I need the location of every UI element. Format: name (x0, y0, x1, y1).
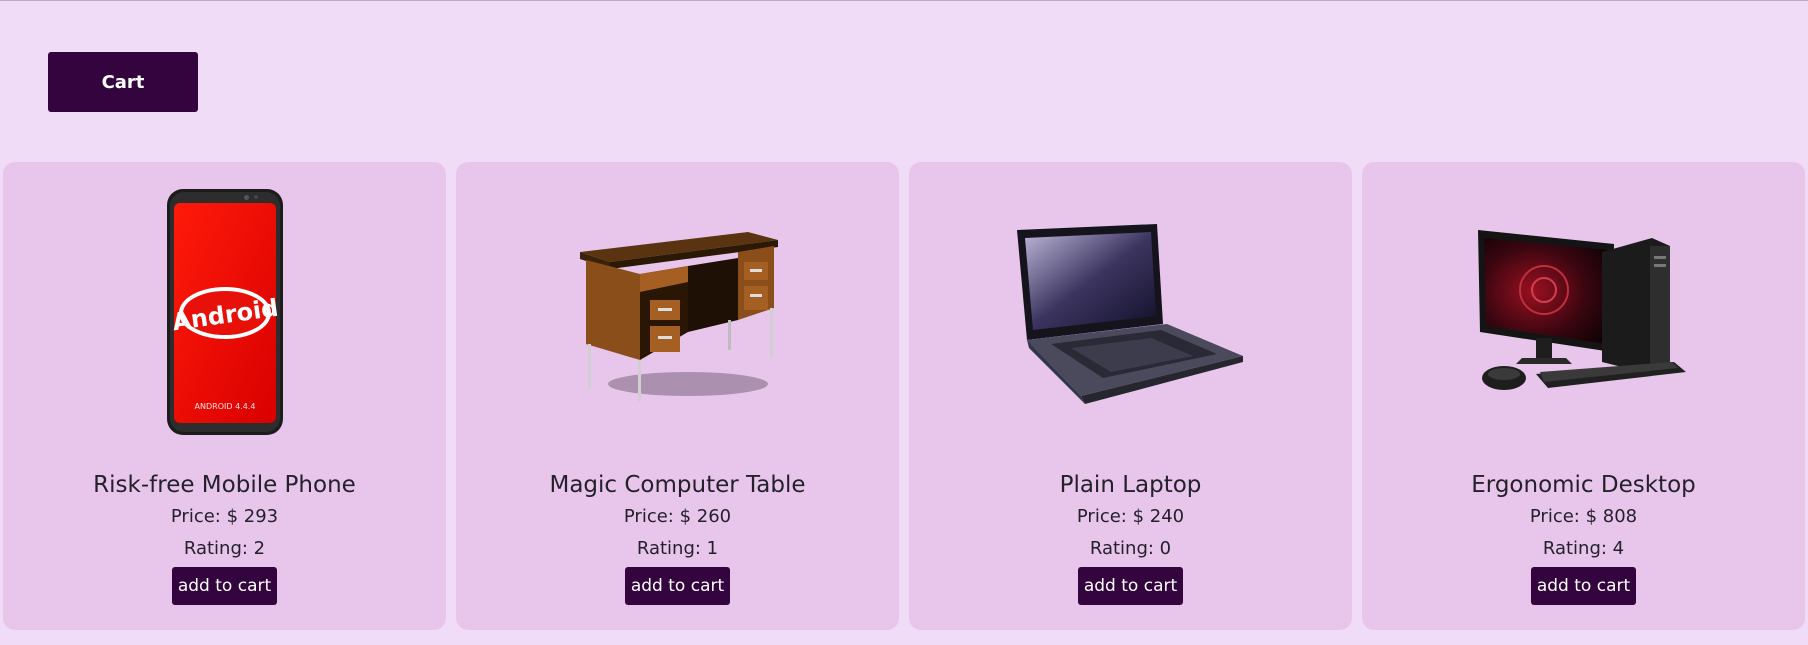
computer-desk-icon (579, 232, 778, 402)
product-name: Magic Computer Table (549, 472, 806, 498)
header: Cart (48, 52, 198, 112)
product-image: Android ANDROID 4.4.4 (3, 162, 446, 462)
product-image (909, 162, 1352, 462)
product-card: Magic Computer Table Price: $ 260 Rating… (456, 162, 899, 630)
product-image (1362, 162, 1805, 462)
phone-screen-caption: ANDROID 4.4.4 (194, 402, 255, 411)
product-image (456, 162, 899, 462)
product-card: Android ANDROID 4.4.4 Risk-free Mobile P… (3, 162, 446, 630)
top-border (0, 0, 1808, 1)
product-price: Price: $ 260 (623, 506, 732, 527)
desktop-computer-icon (1477, 230, 1686, 390)
product-rating: Rating: 1 (636, 538, 719, 559)
cart-button[interactable]: Cart (48, 52, 198, 112)
product-name: Ergonomic Desktop (1471, 472, 1696, 498)
laptop-icon (1016, 224, 1243, 404)
product-name: Plain Laptop (1059, 472, 1202, 498)
product-card: Plain Laptop Price: $ 240 Rating: 0 add … (909, 162, 1352, 630)
product-price: Price: $ 293 (170, 506, 279, 527)
add-to-cart-button[interactable]: add to cart (1530, 567, 1637, 605)
product-price: Price: $ 808 (1529, 506, 1638, 527)
product-rating: Rating: 2 (183, 538, 266, 559)
product-name: Risk-free Mobile Phone (93, 472, 356, 498)
product-price: Price: $ 240 (1076, 506, 1185, 527)
add-to-cart-button[interactable]: add to cart (1077, 567, 1184, 605)
add-to-cart-button[interactable]: add to cart (171, 567, 278, 605)
add-to-cart-button[interactable]: add to cart (624, 567, 731, 605)
mobile-phone-icon: Android ANDROID 4.4.4 (166, 189, 283, 435)
product-rating: Rating: 0 (1089, 538, 1172, 559)
product-list: Android ANDROID 4.4.4 Risk-free Mobile P… (3, 162, 1805, 630)
product-rating: Rating: 4 (1542, 538, 1625, 559)
product-card: Ergonomic Desktop Price: $ 808 Rating: 4… (1362, 162, 1805, 630)
